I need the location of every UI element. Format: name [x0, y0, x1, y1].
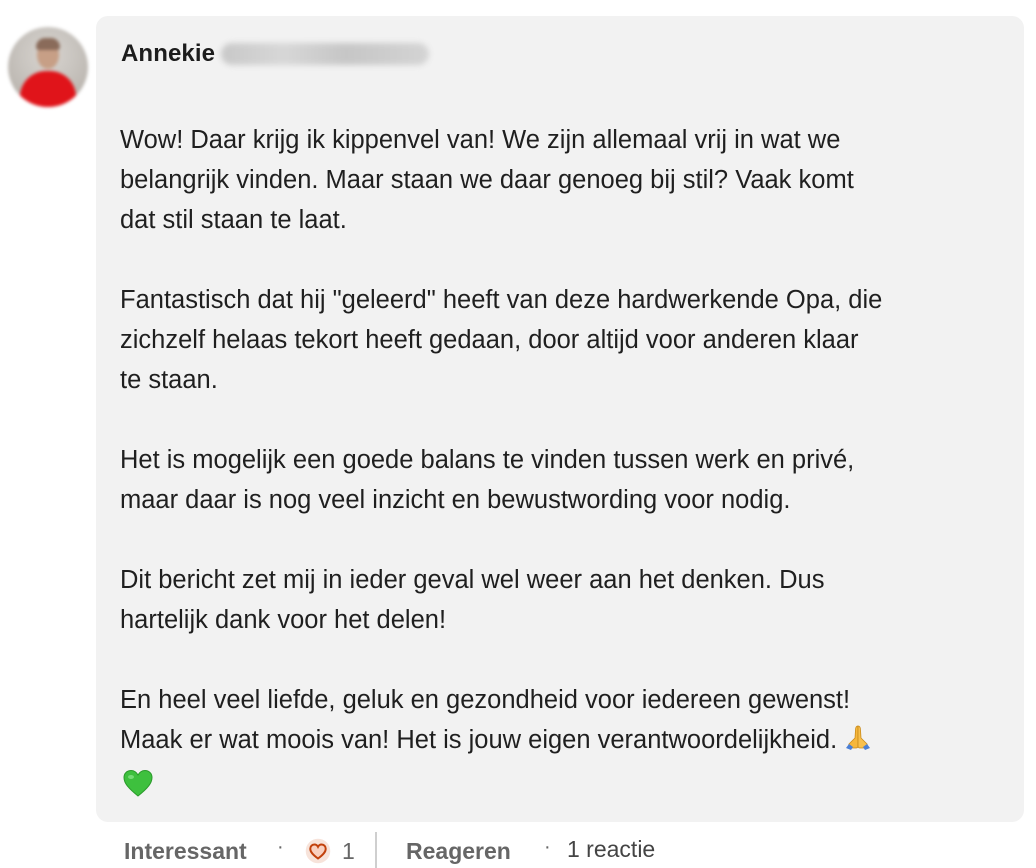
- text-line: dat stil staan te laat.: [120, 206, 347, 234]
- reply-count-link[interactable]: 1 reactie: [567, 836, 655, 863]
- text-line: zichzelf helaas tekort heeft gedaan, doo…: [120, 326, 859, 354]
- text-line: Wow! Daar krijg ik kippenvel van! We zij…: [120, 126, 841, 154]
- comment-actions: Interessant · 1 Reageren · 1 reactie: [96, 832, 1036, 868]
- separator-dot: ·: [277, 836, 284, 858]
- text-line: Dit bericht zet mij in ieder geval wel w…: [120, 566, 825, 594]
- text-line: Maak er wat moois van! Het is jouw eigen…: [120, 726, 838, 754]
- text-line: belangrijk vinden. Maar staan we daar ge…: [120, 166, 854, 194]
- text-line: Fantastisch dat hij "geleerd" heeft van …: [120, 286, 883, 314]
- reply-button[interactable]: Reageren: [406, 838, 511, 865]
- comment-text: Wow! Daar krijg ik kippenvel van! We zij…: [120, 120, 1000, 810]
- text-line: maar daar is nog veel inzicht en bewustw…: [120, 486, 791, 514]
- separator-dot: ·: [544, 836, 551, 858]
- author-name[interactable]: Annekie: [121, 40, 215, 68]
- text-line: hartelijk dank voor het delen!: [120, 606, 447, 634]
- divider: [375, 832, 377, 868]
- comment: Annekie Wow! Daar krijg ik kippenvel van…: [0, 0, 1036, 868]
- reaction-count[interactable]: 1: [342, 838, 355, 865]
- author-row: Annekie: [121, 38, 430, 70]
- paragraph-4: Dit bericht zet mij in ieder geval wel w…: [120, 560, 1000, 640]
- react-button[interactable]: Interessant: [124, 838, 247, 865]
- paragraph-3: Het is mogelijk een goede balans te vind…: [120, 440, 1000, 520]
- paragraph-2: Fantastisch dat hij "geleerd" heeft van …: [120, 280, 1000, 400]
- paragraph-5: En heel veel liefde, geluk en gezondheid…: [120, 680, 1000, 810]
- paragraph-1: Wow! Daar krijg ik kippenvel van! We zij…: [120, 120, 1000, 240]
- avatar[interactable]: [8, 27, 88, 107]
- text-line: En heel veel liefde, geluk en gezondheid…: [120, 686, 851, 714]
- author-surname-blurred: [221, 43, 430, 65]
- text-line: te staan.: [120, 366, 218, 394]
- text-line: Het is mogelijk een goede balans te vind…: [120, 446, 855, 474]
- green-heart-emoji-icon: [122, 768, 154, 810]
- pray-emoji-icon: [843, 722, 873, 764]
- heart-reaction-icon[interactable]: [304, 837, 332, 865]
